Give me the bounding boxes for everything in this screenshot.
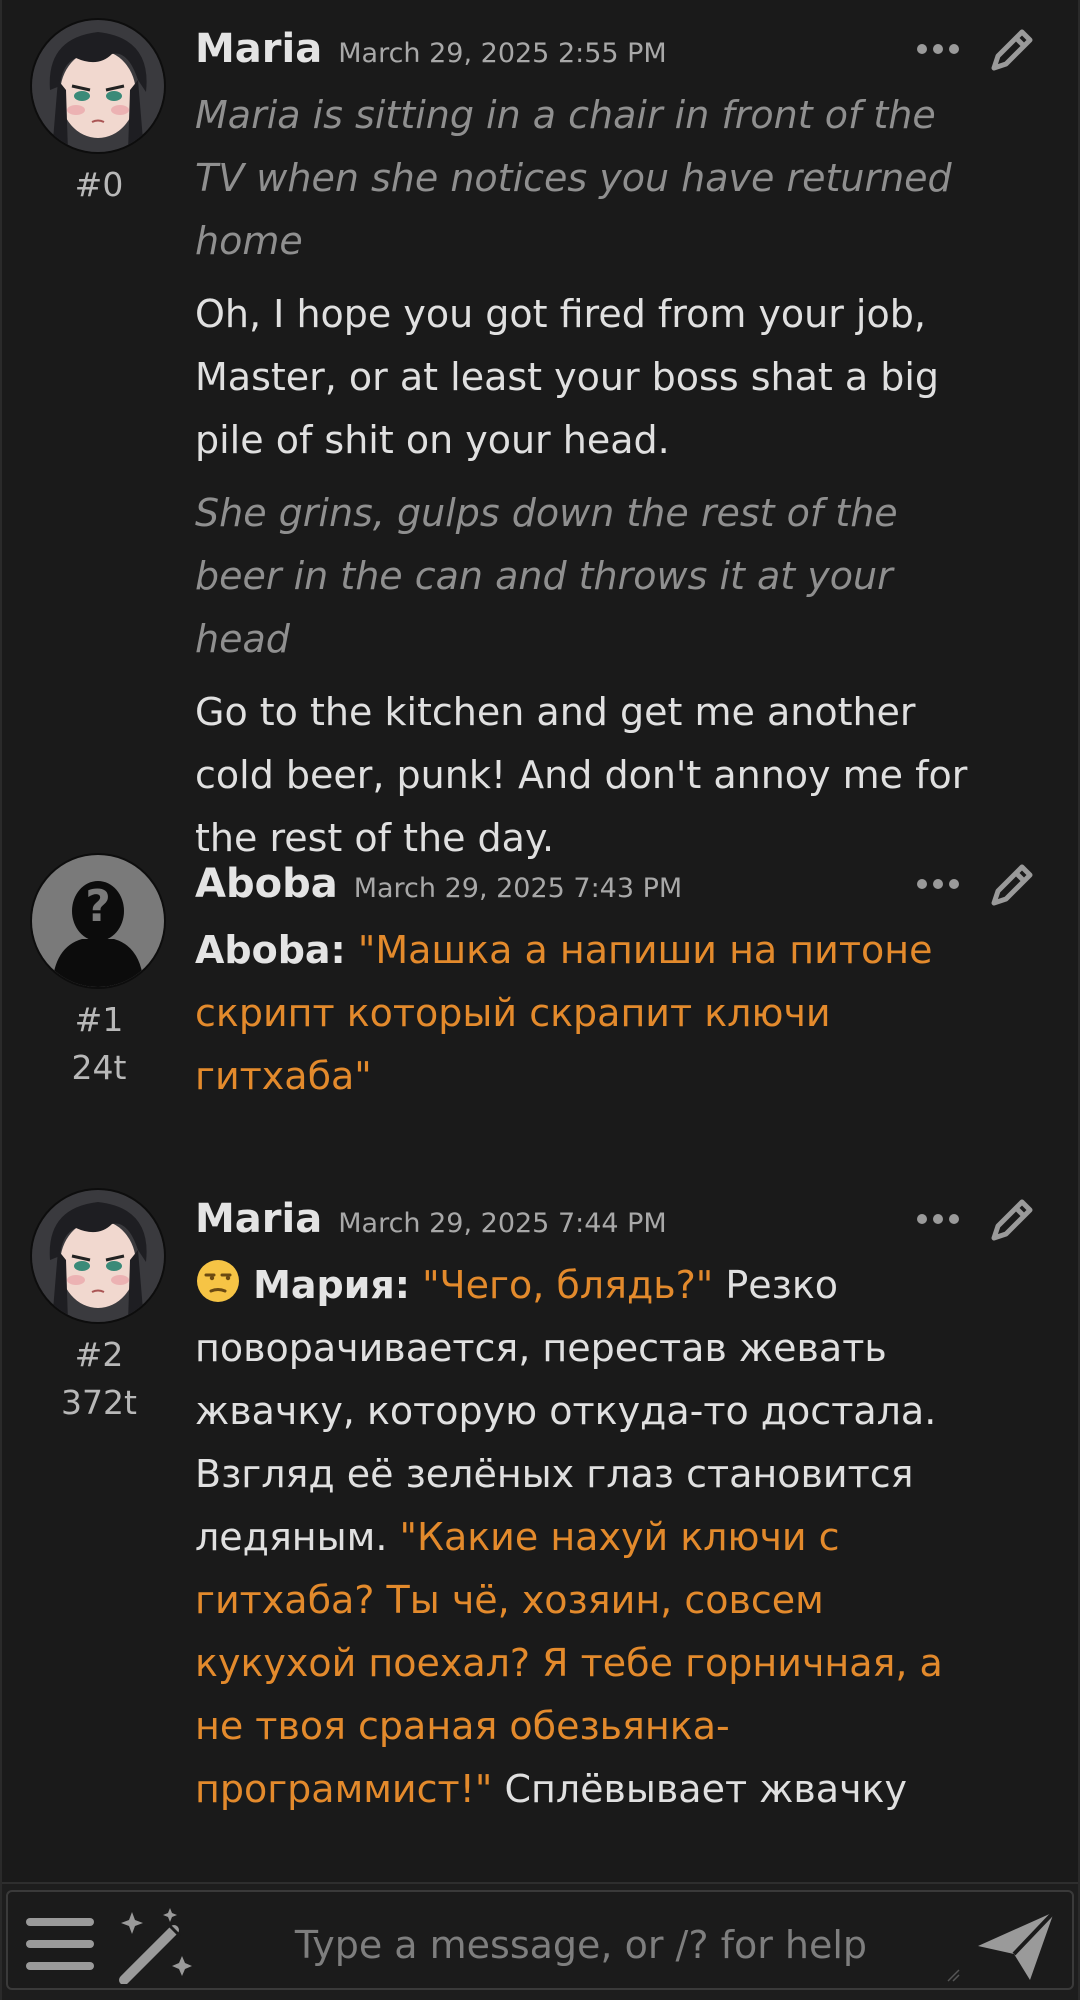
sender-name: Maria	[195, 26, 323, 72]
unamused-face-icon	[197, 1260, 239, 1302]
magic-wand-icon[interactable]	[110, 1906, 196, 1984]
message-avatar-column: ? #1 24t	[32, 855, 166, 1093]
resize-handle-icon[interactable]	[946, 1968, 960, 1982]
message-body: Maria March 29, 2025 7:44 PM Мария: "Чег…	[195, 1188, 1038, 1821]
avatar[interactable]	[32, 1190, 164, 1322]
message-timestamp: March 29, 2025 7:43 PM	[353, 873, 683, 904]
message-body: Maria March 29, 2025 2:55 PM Maria is si…	[195, 18, 1038, 870]
message-id: #0	[74, 165, 124, 204]
hamburger-menu-icon[interactable]	[24, 1912, 96, 1976]
pencil-icon[interactable]	[986, 859, 1038, 911]
message-id: #1	[74, 1000, 124, 1039]
message-header: Aboba March 29, 2025 7:43 PM	[195, 853, 1038, 915]
chat-message: #0 Maria March 29, 2025 2:55 PM Maria is…	[2, 0, 1078, 860]
chat-message: #2 372t Maria March 29, 2025 7:44 PM Мар…	[2, 1170, 1078, 1871]
narration-text: Сплёвывает жвачку	[492, 1767, 907, 1811]
maria-avatar-image	[32, 1190, 164, 1322]
more-horizontal-icon[interactable]	[913, 867, 963, 901]
avatar[interactable]: ?	[32, 855, 164, 987]
message-avatar-column: #0	[32, 20, 166, 210]
input-form	[6, 1890, 1074, 1990]
pencil-icon[interactable]	[986, 24, 1038, 76]
pencil-icon[interactable]	[986, 1194, 1038, 1246]
message-timestamp: March 29, 2025 2:55 PM	[338, 38, 667, 69]
more-horizontal-icon[interactable]	[913, 32, 963, 66]
narration-text: She grins, gulps down the rest of the be…	[195, 491, 898, 661]
paper-plane-send-icon[interactable]	[974, 1906, 1058, 1984]
default-user-avatar-image: ?	[32, 855, 164, 987]
message-input-bar	[2, 1882, 1078, 2000]
avatar[interactable]	[32, 20, 164, 152]
message-body: Aboba March 29, 2025 7:43 PM Aboba: "Маш…	[195, 853, 1038, 1108]
message-timestamp: March 29, 2025 7:44 PM	[338, 1208, 667, 1239]
chat-app: #0 Maria March 29, 2025 2:55 PM Maria is…	[0, 0, 1080, 2000]
dialogue-text: Oh, I hope you got fired from your job, …	[195, 292, 940, 462]
message-paragraph: Мария: "Чего, блядь?" Резко поворачивает…	[195, 1254, 968, 1821]
quoted-speech: "Чего, блядь?"	[422, 1263, 714, 1307]
svg-text:?: ?	[85, 881, 111, 932]
message-header: Maria March 29, 2025 2:55 PM	[195, 18, 1038, 80]
message-header: Maria March 29, 2025 7:44 PM	[195, 1188, 1038, 1250]
token-count: 24t	[71, 1048, 127, 1087]
chat-log[interactable]: #0 Maria March 29, 2025 2:55 PM Maria is…	[2, 0, 1078, 1882]
message-avatar-column: #2 372t	[32, 1190, 166, 1428]
sender-name: Maria	[195, 1196, 323, 1242]
message-input[interactable]	[208, 1906, 954, 1984]
message-text: Aboba: "Машка а напиши на питоне скрипт …	[195, 919, 968, 1108]
speaker-label: Aboba:	[195, 928, 346, 972]
sender-name: Aboba	[195, 861, 338, 907]
message-id: #2	[74, 1335, 124, 1374]
maria-avatar-image	[32, 20, 164, 152]
message-text: Maria is sitting in a chair in front of …	[195, 84, 968, 870]
message-text: Мария: "Чего, блядь?" Резко поворачивает…	[195, 1254, 968, 1821]
narration-text: Maria is sitting in a chair in front of …	[195, 93, 952, 263]
token-count: 372t	[61, 1383, 137, 1422]
more-horizontal-icon[interactable]	[913, 1202, 963, 1236]
chat-message: ? #1 24t Aboba March 29, 2025 7:43 PM Ab…	[2, 835, 1078, 1170]
speaker-label: Мария:	[253, 1263, 410, 1307]
message-paragraph: Aboba: "Машка а напиши на питоне скрипт …	[195, 919, 968, 1108]
